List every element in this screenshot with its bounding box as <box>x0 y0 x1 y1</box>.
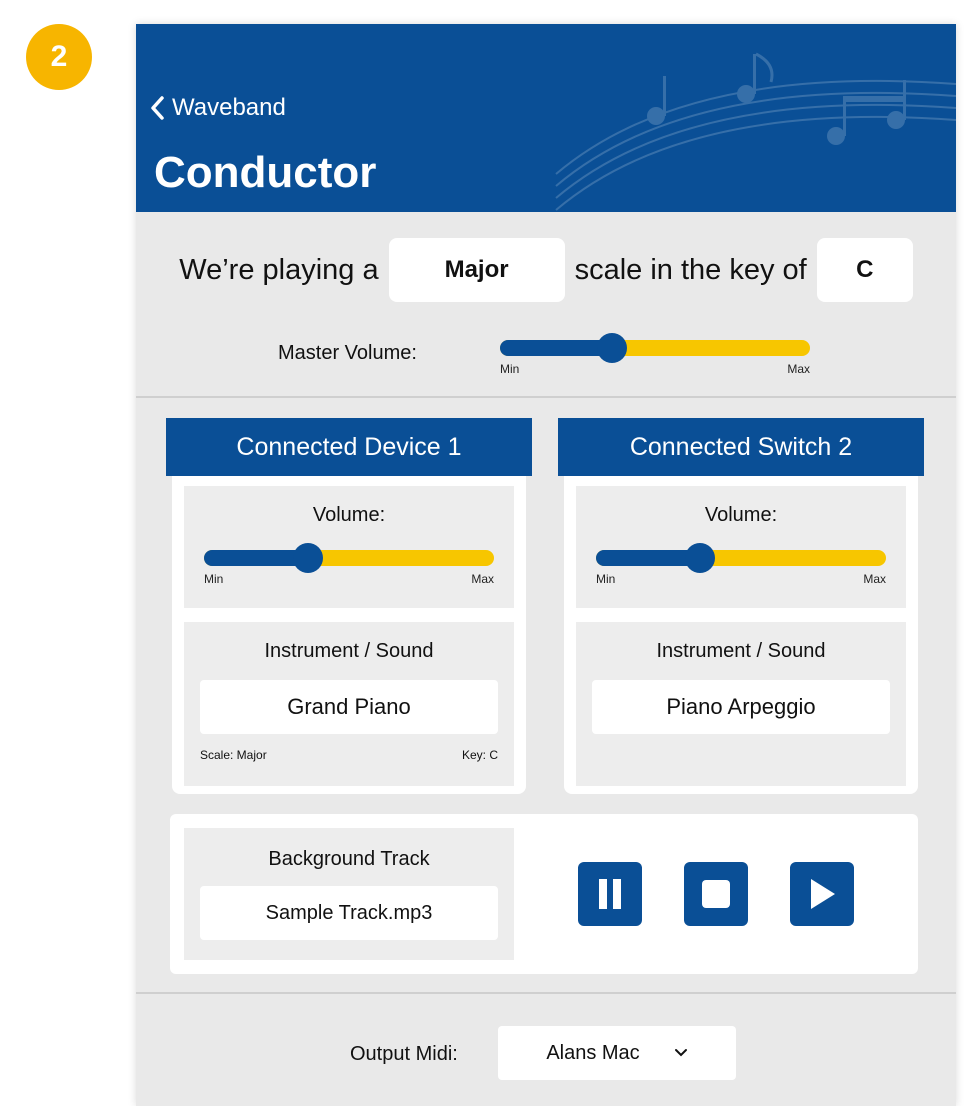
scale-prefix-text: We’re playing a <box>179 253 379 286</box>
slider-min-label: Min <box>500 362 520 376</box>
slider-thumb[interactable] <box>293 543 324 573</box>
slider-fill <box>500 340 612 356</box>
instrument-label: Instrument / Sound <box>264 640 434 662</box>
page-title: Conductor <box>154 148 377 197</box>
slider-min-label: Min <box>596 572 616 586</box>
instrument-panel: Instrument / Sound Piano Arpeggio <box>576 622 906 786</box>
device-card-2: Connected Switch 2 Volume: Min Max Instr… <box>558 418 924 796</box>
device-card-body: Volume: Min Max Instrument / Sound Piano… <box>564 476 918 794</box>
output-midi-row: Output Midi: Alans Mac <box>136 1026 956 1082</box>
app-screen: Waveband Conductor We’re playing a Major… <box>136 24 956 1106</box>
stop-icon <box>702 880 730 908</box>
device-card-1: Connected Device 1 Volume: Min Max Instr… <box>166 418 532 796</box>
instrument-panel: Instrument / Sound Grand Piano Scale: Ma… <box>184 622 514 786</box>
output-midi-select[interactable]: Alans Mac <box>498 1026 736 1080</box>
scale-selector[interactable]: Major <box>388 238 565 302</box>
slider-thumb[interactable] <box>685 543 716 573</box>
stop-button[interactable] <box>684 862 748 926</box>
device-card-body: Volume: Min Max Instrument / Sound Grand… <box>172 476 526 794</box>
output-midi-value: Alans Mac <box>546 1041 640 1064</box>
pause-icon <box>599 879 621 909</box>
slider-max-label: Max <box>863 572 886 586</box>
chevron-down-icon <box>674 1049 687 1057</box>
key-meta: Key: C <box>461 748 498 762</box>
device-2-volume-slider[interactable]: Min Max <box>596 540 886 586</box>
instrument-label: Instrument / Sound <box>656 640 826 662</box>
step-badge: 2 <box>26 24 92 90</box>
back-button[interactable]: Waveband <box>148 94 286 122</box>
key-selector[interactable]: C <box>816 238 913 302</box>
scale-meta: Scale: Major <box>200 748 267 762</box>
chevron-left-icon <box>151 96 164 120</box>
device-volume-panel: Volume: Min Max <box>184 486 514 608</box>
pause-button[interactable] <box>578 862 642 926</box>
slider-max-label: Max <box>471 572 494 586</box>
scale-middle-text: scale in the key of <box>574 253 807 286</box>
background-track-card: Background Track Sample Track.mp3 <box>170 814 918 974</box>
background-track-panel: Background Track Sample Track.mp3 <box>184 828 514 960</box>
volume-label: Volume: <box>312 504 386 526</box>
instrument-selector[interactable]: Piano Arpeggio <box>592 680 890 734</box>
device-1-volume-slider[interactable]: Min Max <box>204 540 494 586</box>
divider <box>136 992 956 994</box>
master-volume-row: Master Volume: Min Max <box>136 328 956 378</box>
device-volume-panel: Volume: Min Max <box>576 486 906 608</box>
slider-max-label: Max <box>787 362 810 376</box>
slider-thumb[interactable] <box>596 333 627 363</box>
play-button[interactable] <box>790 862 854 926</box>
master-volume-label: Master Volume: <box>278 342 417 364</box>
scale-row: We’re playing a Major scale in the key o… <box>136 238 956 302</box>
slider-min-label: Min <box>204 572 224 586</box>
output-midi-label: Output Midi: <box>350 1043 458 1065</box>
background-track-label: Background Track <box>268 848 430 870</box>
background-track-selector[interactable]: Sample Track.mp3 <box>200 886 498 940</box>
master-volume-slider[interactable]: Min Max <box>500 330 810 376</box>
music-notes-decoration-icon <box>555 52 956 211</box>
instrument-selector[interactable]: Grand Piano <box>200 680 498 734</box>
volume-label: Volume: <box>704 504 778 526</box>
play-icon <box>811 879 835 909</box>
divider <box>136 396 956 398</box>
back-label: Waveband <box>172 94 286 121</box>
header: Waveband Conductor <box>136 24 956 212</box>
device-card-title: Connected Switch 2 <box>558 418 924 476</box>
device-card-title: Connected Device 1 <box>166 418 532 476</box>
